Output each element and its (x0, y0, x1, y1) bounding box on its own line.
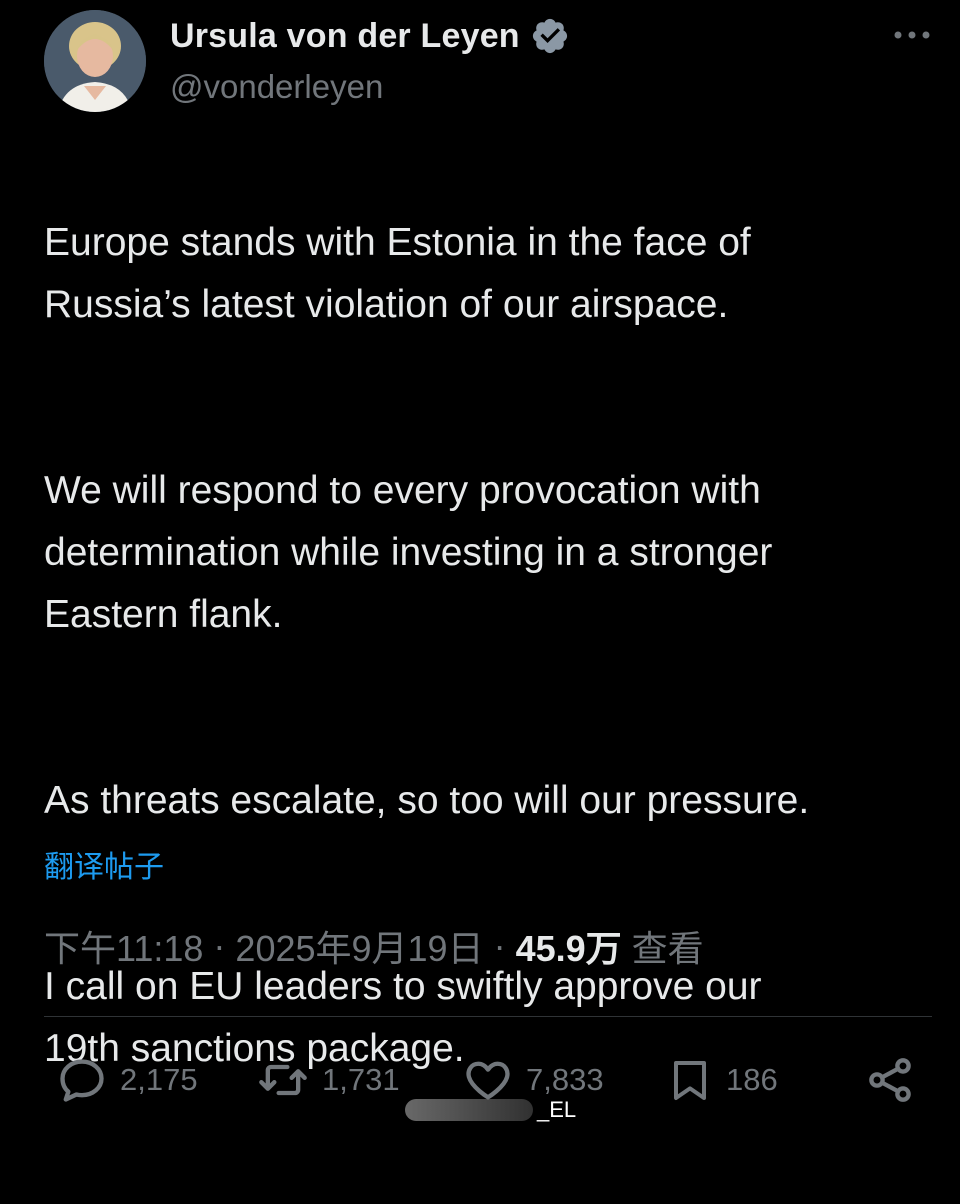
watermark-blur (405, 1099, 533, 1121)
share-icon (869, 1058, 911, 1102)
repost-icon (259, 1064, 307, 1096)
post-date[interactable]: 2025年9月19日 (235, 920, 483, 972)
reply-icon (60, 1059, 104, 1102)
views-count[interactable]: 45.9万 (516, 920, 622, 972)
display-name[interactable]: Ursula von der Leyen (170, 17, 520, 56)
bookmark-icon (674, 1061, 706, 1100)
user-handle[interactable]: @vonderleyen (170, 68, 383, 106)
post-time[interactable]: 下午11:18 (44, 920, 203, 972)
tweet-paragraph: We will respond to every provocation wit… (44, 469, 773, 636)
translate-post-link[interactable]: 翻译帖子 (44, 842, 164, 886)
more-dots-icon[interactable] (890, 20, 934, 50)
reply-button[interactable]: 2,175 (56, 1050, 198, 1110)
verified-badge-icon (532, 18, 567, 54)
repost-count: 1,731 (322, 1062, 400, 1097)
tweet-meta: 下午11:18 · 2025年9月19日 · 45.9万 查看 (44, 920, 704, 972)
name-row: Ursula von der Leyen (170, 16, 570, 56)
reply-count: 2,175 (120, 1062, 198, 1097)
watermark-text: _EL (537, 1097, 577, 1122)
bookmark-count: 186 (726, 1062, 778, 1097)
tweet-paragraph: Europe stands with Estonia in the face o… (44, 221, 751, 326)
share-button[interactable] (864, 1050, 916, 1110)
watermark: _EL (405, 1093, 576, 1127)
meta-separator: · (493, 925, 506, 966)
bookmark-button[interactable]: 186 (666, 1050, 778, 1110)
tweet-header: Ursula von der Leyen @vonderleyen (44, 10, 934, 114)
avatar[interactable] (44, 10, 146, 112)
views-label: 查看 (631, 928, 704, 969)
tweet-paragraph: As threats escalate, so too will our pre… (44, 779, 810, 822)
meta-separator: · (213, 925, 226, 966)
divider (44, 1016, 932, 1017)
tweet-text: Europe stands with Estonia in the face o… (44, 150, 934, 1204)
avatar-image (44, 10, 146, 112)
repost-button[interactable]: 1,731 (256, 1050, 400, 1110)
